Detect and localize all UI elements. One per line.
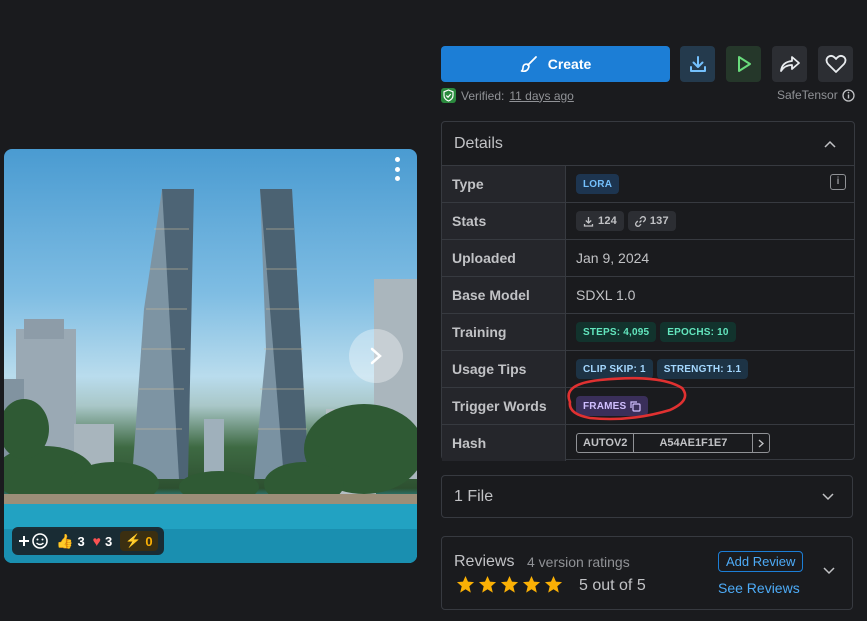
like-count: 3 xyxy=(77,533,85,549)
type-badge: LORA xyxy=(576,174,620,194)
type-key: Type xyxy=(442,166,566,203)
epochs-badge: EPOCHS: 10 xyxy=(660,322,736,342)
reviews-count: 4 version ratings xyxy=(527,554,630,570)
reviews-score: 5 out of 5 xyxy=(579,577,646,594)
downloads-count: 124 xyxy=(598,215,617,227)
heart-reaction[interactable]: ♥ 3 xyxy=(93,533,113,549)
chevron-up-icon[interactable] xyxy=(824,140,836,148)
star-icon xyxy=(478,575,497,593)
details-title: Details xyxy=(454,134,503,152)
hash-text[interactable]: A54AE1F1E7 xyxy=(634,434,754,452)
table-row: Hash AUTOV2 A54AE1F1E7 xyxy=(442,424,855,462)
star-icon xyxy=(544,575,563,593)
share-button[interactable] xyxy=(772,46,807,82)
stats-value: 124 137 xyxy=(565,202,854,240)
downloads-badge: 124 xyxy=(576,211,624,231)
links-badge: 137 xyxy=(627,211,676,231)
hash-next-button[interactable] xyxy=(753,434,769,452)
links-count: 137 xyxy=(649,215,669,227)
usage-tips-key: Usage Tips xyxy=(442,350,566,388)
heart-outline-icon xyxy=(825,54,846,73)
run-button[interactable] xyxy=(726,46,761,82)
download-button[interactable] xyxy=(680,46,715,82)
add-review-button[interactable]: Add Review xyxy=(718,551,804,572)
preview-image-card[interactable]: 👍 3 ♥ 3 ⚡ 0 xyxy=(4,149,417,563)
thumbs-up-icon: 👍 xyxy=(56,532,74,549)
chevron-right-icon xyxy=(758,439,765,447)
verified-time-link[interactable]: 11 days ago xyxy=(509,89,574,103)
reviews-panel: Reviews 4 version ratings 5 out of 5 Add… xyxy=(441,536,853,610)
buzz-reaction[interactable]: ⚡ 0 xyxy=(120,531,158,551)
heart-count: 3 xyxy=(104,533,113,549)
link-icon xyxy=(634,215,646,227)
star-icon xyxy=(456,575,475,593)
hash-box[interactable]: AUTOV2 A54AE1F1E7 xyxy=(576,433,771,453)
table-row: Training STEPS: 4,095 EPOCHS: 10 xyxy=(442,313,854,351)
steps-badge: STEPS: 4,095 xyxy=(576,322,657,342)
chevron-right-icon xyxy=(370,347,382,365)
stats-key: Stats xyxy=(442,202,566,240)
create-label: Create xyxy=(547,56,592,72)
lightning-icon: ⚡ xyxy=(125,533,142,548)
verified-label: Verified: xyxy=(461,88,505,103)
more-options-icon[interactable] xyxy=(391,157,403,181)
safetensor-label: SafeTensor xyxy=(777,88,855,102)
verified-status: Verified: 11 days ago xyxy=(441,88,574,103)
play-icon xyxy=(737,56,751,72)
download-icon xyxy=(689,56,706,72)
like-reaction[interactable]: 👍 3 xyxy=(56,533,85,550)
create-button[interactable]: Create xyxy=(441,46,670,82)
type-value: LORA i xyxy=(565,166,854,203)
chevron-down-icon[interactable] xyxy=(822,492,834,501)
reactions-bar: 👍 3 ♥ 3 ⚡ 0 xyxy=(12,527,164,555)
table-row: Base Model SDXL 1.0 xyxy=(442,276,854,314)
uploaded-key: Uploaded xyxy=(442,239,566,277)
add-reaction-button[interactable] xyxy=(18,532,48,550)
safetensor-text: SafeTensor xyxy=(777,88,838,102)
table-row: Uploaded Jan 9, 2024 xyxy=(442,239,854,277)
chevron-down-icon[interactable] xyxy=(823,567,835,575)
base-model-value: SDXL 1.0 xyxy=(565,276,854,314)
training-key: Training xyxy=(442,313,566,351)
star-rating xyxy=(456,575,563,594)
add-emoji-icon xyxy=(19,533,48,549)
favorite-button[interactable] xyxy=(818,46,853,82)
files-label: 1 File xyxy=(454,487,494,505)
uploaded-value: Jan 9, 2024 xyxy=(565,239,854,277)
annotation-circle xyxy=(567,376,687,421)
share-icon xyxy=(779,56,800,72)
brush-icon xyxy=(520,56,537,73)
star-icon xyxy=(522,575,541,593)
hash-value: AUTOV2 A54AE1F1E7 xyxy=(566,425,855,462)
details-header[interactable]: Details xyxy=(442,122,854,166)
next-image-button[interactable] xyxy=(349,329,403,383)
files-accordion[interactable]: 1 File xyxy=(441,475,853,518)
base-model-key: Base Model xyxy=(442,276,566,314)
hash-key: Hash xyxy=(442,424,566,461)
hash-type[interactable]: AUTOV2 xyxy=(577,434,635,452)
download-icon xyxy=(583,216,594,227)
heart-icon: ♥ xyxy=(92,533,101,549)
reviews-title: Reviews xyxy=(454,553,515,570)
see-reviews-link[interactable]: See Reviews xyxy=(718,580,800,596)
table-row: Stats 124 137 xyxy=(442,202,854,240)
buzz-count: 0 xyxy=(145,533,153,549)
training-value: STEPS: 4,095 EPOCHS: 10 xyxy=(565,313,854,351)
info-icon[interactable] xyxy=(842,88,855,102)
shield-check-icon xyxy=(441,88,456,103)
trigger-words-key: Trigger Words xyxy=(442,387,566,425)
type-info-icon[interactable]: i xyxy=(830,174,846,190)
table-row: Type LORA i xyxy=(442,166,854,203)
star-icon xyxy=(500,575,519,593)
